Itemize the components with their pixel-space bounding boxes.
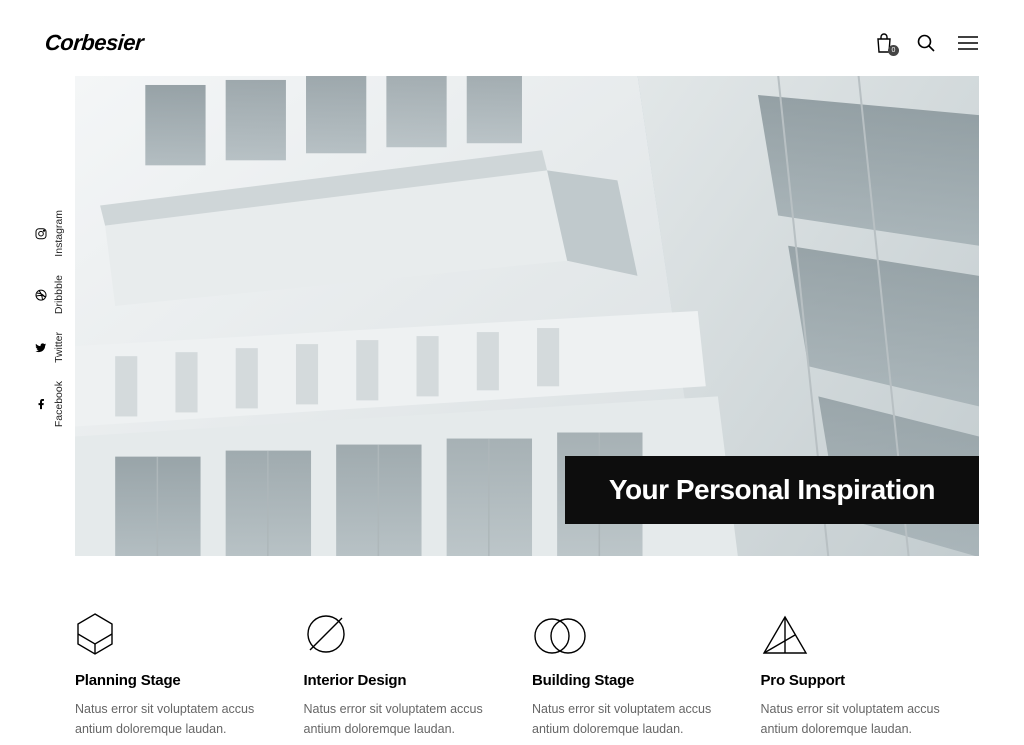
search-button[interactable] (915, 32, 937, 54)
search-icon (916, 33, 936, 53)
feature-item: Pro Support Natus error sit voluptatem a… (761, 610, 950, 739)
social-label: Dribbble (53, 275, 65, 314)
feature-title: Planning Stage (75, 672, 264, 689)
header-actions: 0 (873, 32, 979, 54)
hamburger-icon (958, 36, 978, 50)
hero-section: Your Personal Inspiration (75, 76, 979, 556)
logo[interactable]: Corbesier (44, 30, 144, 56)
feature-item: Planning Stage Natus error sit voluptate… (75, 610, 264, 739)
overlap-circles-icon (532, 610, 721, 656)
social-link-dribbble[interactable]: Dribbble (34, 275, 65, 314)
feature-desc: Natus error sit voluptatem accus antium … (761, 699, 950, 739)
feature-item: Interior Design Natus error sit voluptat… (304, 610, 493, 739)
feature-item: Building Stage Natus error sit voluptate… (532, 610, 721, 739)
twitter-icon (34, 341, 47, 354)
social-label: Twitter (53, 332, 65, 363)
social-link-twitter[interactable]: Twitter (34, 332, 65, 363)
social-link-instagram[interactable]: Instagram (34, 210, 65, 257)
facebook-icon (34, 397, 47, 410)
hexagon-icon (75, 610, 264, 656)
feature-title: Pro Support (761, 672, 950, 689)
features-section: Planning Stage Natus error sit voluptate… (0, 556, 1024, 739)
instagram-icon (34, 227, 47, 240)
hero-title-banner: Your Personal Inspiration (565, 456, 979, 524)
cart-button[interactable]: 0 (873, 32, 895, 54)
social-label: Instagram (53, 210, 65, 257)
feature-desc: Natus error sit voluptatem accus antium … (304, 699, 493, 739)
hero-title: Your Personal Inspiration (609, 474, 935, 506)
social-label: Facebook (53, 381, 65, 427)
site-header: Corbesier 0 (0, 0, 1024, 76)
dribbble-icon (34, 288, 47, 301)
cart-count-badge: 0 (888, 45, 899, 56)
feature-title: Interior Design (304, 672, 493, 689)
circle-slash-icon (304, 610, 493, 656)
feature-desc: Natus error sit voluptatem accus antium … (75, 699, 264, 739)
triangle-icon (761, 610, 950, 656)
social-link-facebook[interactable]: Facebook (34, 381, 65, 427)
menu-button[interactable] (957, 32, 979, 54)
feature-desc: Natus error sit voluptatem accus antium … (532, 699, 721, 739)
feature-title: Building Stage (532, 672, 721, 689)
social-rail: Instagram Dribbble Twitter Facebook (34, 210, 65, 427)
